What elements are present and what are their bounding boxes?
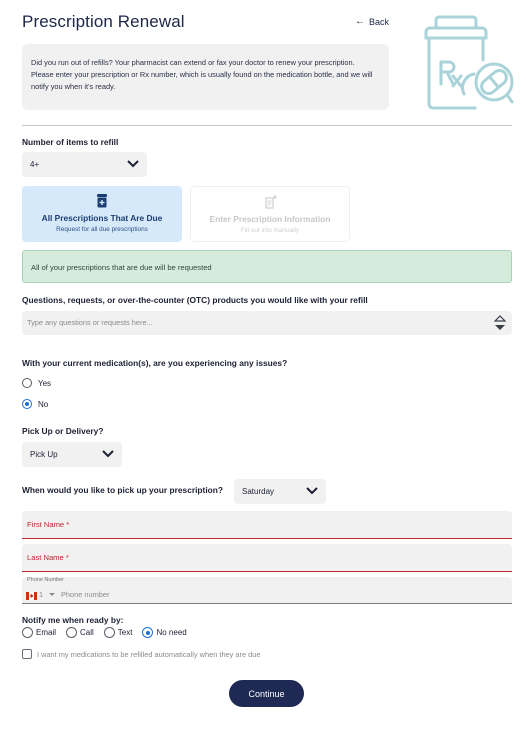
continue-button[interactable]: Continue bbox=[229, 680, 304, 707]
pickup-day-value: Saturday bbox=[242, 487, 275, 496]
first-name-field[interactable]: First Name * bbox=[22, 511, 512, 539]
arrow-left-icon: ← bbox=[355, 16, 365, 27]
pickup-day-label: When would you like to pick up your pres… bbox=[22, 485, 224, 495]
radio-button[interactable] bbox=[142, 627, 154, 638]
card-subtitle: Request for all due prescriptions bbox=[56, 226, 148, 233]
issues-option-yes[interactable]: Yes bbox=[22, 378, 51, 388]
country-code[interactable]: 1 bbox=[39, 590, 43, 599]
first-name-placeholder: First Name * bbox=[27, 520, 70, 529]
card-title: All Prescriptions That Are Due bbox=[41, 213, 163, 223]
issues-option-no[interactable]: No bbox=[22, 399, 48, 409]
option-label: Email bbox=[36, 628, 57, 637]
card-all-due-prescriptions[interactable]: All Prescriptions That Are Due Request f… bbox=[22, 186, 182, 242]
pickup-select[interactable]: Pick Up bbox=[22, 442, 122, 467]
questions-label: Questions, requests, or over-the-counter… bbox=[22, 295, 368, 305]
chevron-down-icon bbox=[127, 160, 139, 168]
notify-label: Notify me when ready by: bbox=[22, 615, 124, 625]
radio-button[interactable] bbox=[22, 627, 33, 638]
phone-input-placeholder: Phone number bbox=[61, 590, 110, 599]
pickup-day-select[interactable]: Saturday bbox=[234, 479, 326, 504]
divider bbox=[22, 125, 512, 126]
info-alert: All of your prescriptions that are due w… bbox=[22, 250, 512, 283]
phone-label: Phone Number bbox=[27, 577, 64, 583]
pickup-label: Pick Up or Delivery? bbox=[22, 426, 104, 436]
radio-button[interactable] bbox=[22, 378, 32, 388]
page-title: Prescription Renewal bbox=[22, 12, 185, 31]
notify-option-email[interactable]: Email bbox=[22, 627, 56, 638]
card-enter-prescription-info[interactable]: Enter Prescription Information Fill out … bbox=[190, 186, 350, 242]
items-select[interactable]: 4+ bbox=[22, 152, 147, 177]
note-add-icon bbox=[265, 195, 277, 209]
option-label: Call bbox=[80, 628, 94, 637]
caret-down-icon[interactable] bbox=[49, 593, 55, 596]
items-label: Number of items to refill bbox=[22, 137, 119, 147]
auto-refill-checkbox[interactable] bbox=[22, 649, 32, 659]
phone-field[interactable]: Phone Number 1 Phone number bbox=[22, 577, 512, 604]
auto-refill-checkbox-row[interactable]: I want my medications to be refilled aut… bbox=[22, 649, 260, 659]
auto-refill-label: I want my medications to be refilled aut… bbox=[37, 649, 261, 659]
notify-option-text[interactable]: Text bbox=[103, 627, 133, 638]
card-title: Enter Prescription Information bbox=[209, 214, 331, 224]
chevron-down-icon bbox=[102, 450, 114, 458]
notify-options: Email Call Text No need bbox=[22, 627, 187, 638]
option-label: No bbox=[38, 399, 49, 409]
back-label: Back bbox=[369, 17, 390, 27]
intro-text: Did you run out of refills? Your pharmac… bbox=[22, 44, 389, 110]
radio-button[interactable] bbox=[22, 399, 32, 409]
option-label: No need bbox=[156, 628, 187, 637]
canada-flag-icon[interactable] bbox=[26, 592, 37, 600]
radio-button[interactable] bbox=[66, 627, 78, 638]
notify-option-call[interactable]: Call bbox=[66, 627, 94, 638]
issues-label: With your current medication(s), are you… bbox=[22, 358, 288, 368]
radio-button[interactable] bbox=[103, 627, 115, 638]
back-button[interactable]: ← Back bbox=[355, 16, 390, 28]
pickup-select-value: Pick Up bbox=[30, 450, 58, 459]
medication-bottle-icon bbox=[97, 194, 107, 208]
resize-handle-icon[interactable] bbox=[494, 314, 506, 332]
questions-placeholder: Type any questions or requests here... bbox=[27, 318, 153, 327]
option-label: Yes bbox=[38, 378, 52, 388]
items-select-value: 4+ bbox=[30, 160, 40, 169]
last-name-field[interactable]: Last Name * bbox=[22, 544, 512, 572]
card-subtitle: Fill out info manually bbox=[240, 227, 300, 234]
chevron-down-icon bbox=[306, 487, 318, 495]
option-label: Text bbox=[117, 628, 133, 637]
notify-option-no-need[interactable]: No need bbox=[142, 627, 187, 638]
last-name-placeholder: Last Name * bbox=[27, 553, 69, 562]
pill-bottle-icon bbox=[424, 15, 514, 110]
questions-textarea[interactable]: Type any questions or requests here... bbox=[22, 311, 512, 335]
